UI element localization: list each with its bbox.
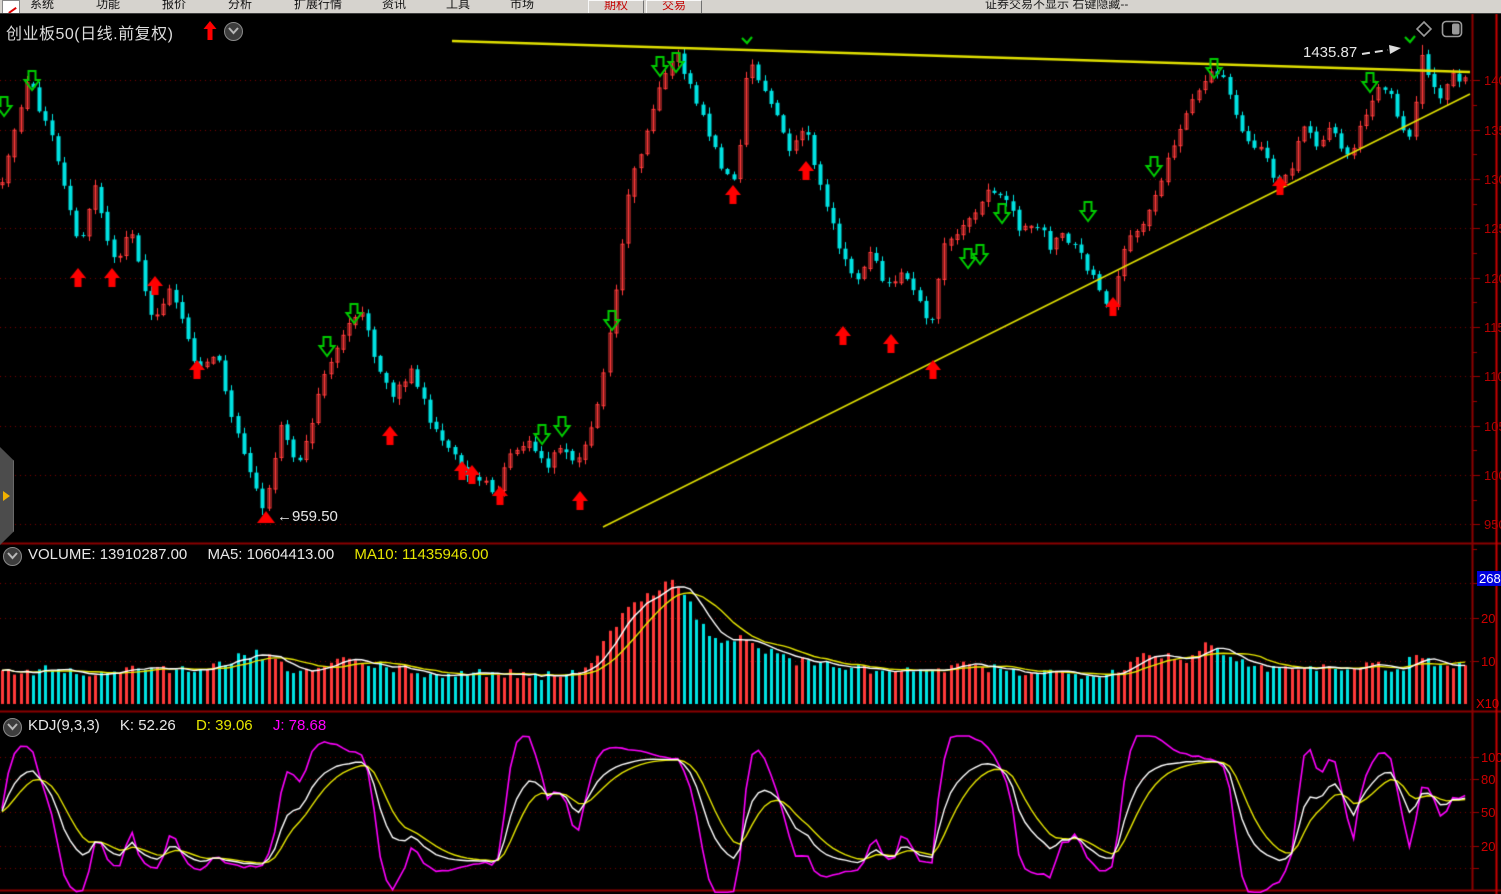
price-axis-label: 1300 bbox=[1484, 172, 1501, 187]
volume-axis-max-badge: 268 bbox=[1477, 571, 1501, 586]
price-axis-label: 1000 bbox=[1484, 468, 1501, 483]
menu-hot-item-2[interactable]: 交易 bbox=[646, 0, 702, 14]
price-axis-label: 1400 bbox=[1484, 73, 1501, 88]
sidebar-flyout-handle[interactable] bbox=[0, 447, 14, 545]
price-axis-label: 1100 bbox=[1484, 369, 1501, 384]
volume-axis-multiplier: X10 bbox=[1476, 696, 1499, 711]
low-price-annotation: ←959.50 bbox=[277, 508, 338, 525]
menu-item-5[interactable]: 扩展行情 bbox=[294, 0, 342, 13]
kdj-panel-label: KDJ(9,3,3) K: 52.26 D: 39.06 J: 78.68 bbox=[28, 717, 326, 734]
menu-hot-item-1[interactable]: 期权 bbox=[588, 0, 644, 14]
kdj-axis-label: 50 bbox=[1481, 805, 1501, 820]
app-logo-icon[interactable] bbox=[2, 0, 20, 14]
menu-item-3[interactable]: 报价 bbox=[162, 0, 186, 13]
price-axis-label: 1250 bbox=[1484, 221, 1501, 236]
price-axis-label: 1050 bbox=[1484, 419, 1501, 434]
menu-bar: 系统 功能 报价 分析 扩展行情 资讯 工具 市场 期权交易 证券交易不显示 右键隐藏-- bbox=[0, 0, 1501, 14]
menu-item-2[interactable]: 功能 bbox=[96, 0, 120, 13]
dashed-arrow-icon bbox=[1360, 42, 1406, 58]
price-axis-label: 1150 bbox=[1484, 320, 1501, 335]
price-axis-label: 1200 bbox=[1484, 271, 1501, 286]
volume-axis-label: 20 bbox=[1481, 611, 1501, 626]
menu-item-8[interactable]: 市场 bbox=[510, 0, 534, 13]
expand-arrow-icon bbox=[3, 491, 10, 501]
price-axis-label: 950 bbox=[1484, 517, 1501, 532]
red-up-arrow-icon bbox=[203, 21, 217, 41]
volume-panel-label: VOLUME: 13910287.00 MA5: 10604413.00 MA1… bbox=[28, 546, 504, 563]
menu-item-6[interactable]: 资讯 bbox=[382, 0, 406, 13]
panel-layout-icon[interactable] bbox=[1441, 20, 1463, 38]
volume-axis-label: 10 bbox=[1481, 654, 1501, 669]
price-axis-label: 1350 bbox=[1484, 123, 1501, 138]
high-price-annotation: 1435.87 bbox=[1303, 44, 1357, 61]
menu-item-7[interactable]: 工具 bbox=[446, 0, 470, 13]
trading-app-window: 系统 功能 报价 分析 扩展行情 资讯 工具 市场 期权交易 证券交易不显示 右键隐藏-- 创… bbox=[0, 0, 1501, 894]
kdj-axis-label: 80 bbox=[1481, 772, 1501, 787]
diamond-icon[interactable] bbox=[1414, 20, 1434, 38]
kdj-axis-label: 20 bbox=[1481, 839, 1501, 854]
menu-item-1[interactable]: 系统 bbox=[30, 0, 54, 13]
menu-item-4[interactable]: 分析 bbox=[228, 0, 252, 13]
chart-title: 创业板50(日线.前复权) bbox=[6, 20, 173, 44]
chart-canvas[interactable] bbox=[0, 0, 1501, 894]
kdj-axis-label: 100 bbox=[1481, 750, 1501, 765]
menu-caption: 证券交易不显示 右键隐藏-- bbox=[985, 0, 1128, 13]
